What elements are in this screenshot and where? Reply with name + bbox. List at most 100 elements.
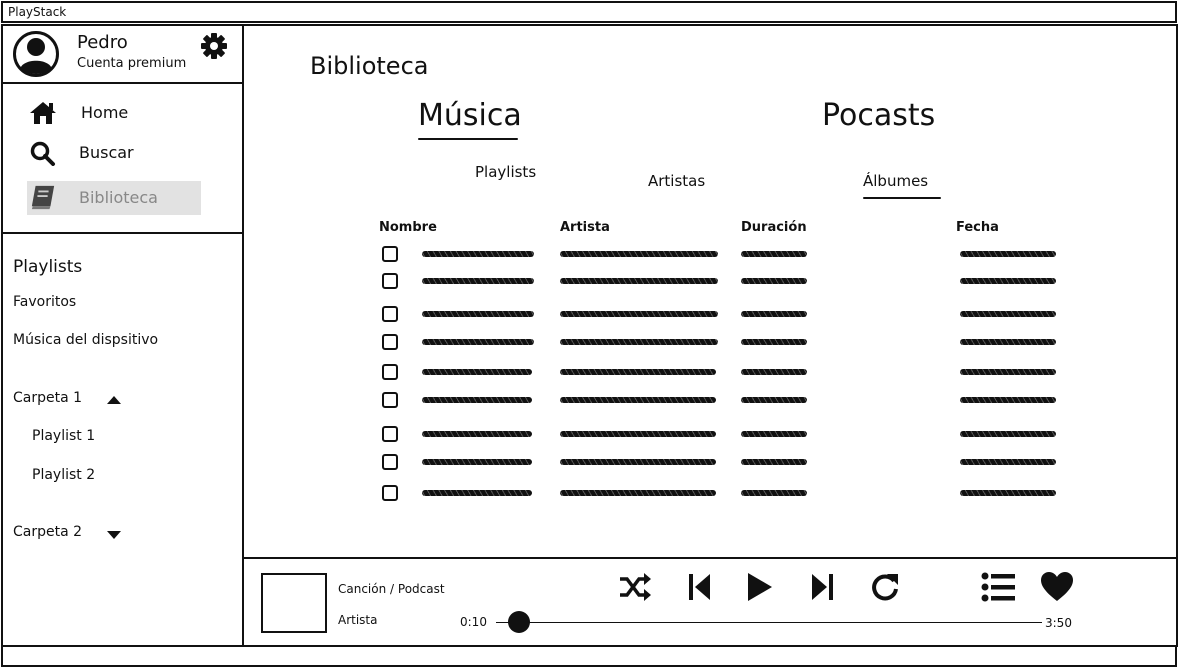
placeholder-text	[422, 251, 534, 257]
placeholder-text	[960, 278, 1056, 284]
subtab-albums-underline	[863, 197, 941, 199]
sidebar-item-favorites[interactable]: Favoritos	[13, 294, 76, 310]
progress-track[interactable]	[496, 622, 1042, 623]
subtab-playlists[interactable]: Playlists	[475, 163, 536, 181]
placeholder-text	[560, 251, 718, 257]
placeholder-text	[560, 490, 716, 496]
album-cover[interactable]	[261, 573, 327, 633]
tab-music-underline	[418, 138, 518, 140]
sidebar-item-device-music[interactable]: Música del dispsitivo	[13, 332, 158, 348]
row-checkbox[interactable]	[382, 334, 398, 350]
tab-podcasts[interactable]: Pocasts	[822, 98, 935, 133]
placeholder-text	[741, 278, 807, 284]
column-header-artist[interactable]: Artista	[560, 220, 610, 235]
gear-icon[interactable]	[199, 31, 229, 61]
avatar[interactable]	[13, 31, 59, 77]
book-icon	[31, 185, 55, 210]
page-title: Biblioteca	[310, 52, 429, 80]
nav-library-label: Biblioteca	[79, 188, 158, 207]
nav-search[interactable]: Buscar	[27, 136, 201, 170]
playlists-heading: Playlists	[13, 257, 83, 277]
placeholder-text	[741, 459, 807, 465]
nav-search-label: Buscar	[79, 143, 134, 162]
placeholder-text	[741, 431, 807, 437]
placeholder-text	[560, 459, 716, 465]
play-icon[interactable]	[746, 571, 774, 603]
row-checkbox[interactable]	[382, 392, 398, 408]
column-header-duration[interactable]: Duración	[741, 220, 807, 235]
placeholder-text	[560, 397, 716, 403]
queue-icon[interactable]	[981, 571, 1017, 603]
heart-icon[interactable]	[1040, 571, 1074, 603]
placeholder-text	[422, 339, 534, 345]
nav-home[interactable]: Home	[27, 96, 201, 130]
placeholder-text	[741, 490, 807, 496]
placeholder-text	[960, 431, 1056, 437]
total-time: 3:50	[1045, 616, 1072, 630]
placeholder-text	[741, 311, 807, 317]
placeholder-text	[560, 339, 718, 345]
placeholder-text	[741, 397, 807, 403]
column-header-date[interactable]: Fecha	[956, 220, 999, 235]
home-icon	[30, 102, 56, 124]
sidebar-playlist-item[interactable]: Playlist 1	[32, 428, 95, 444]
sidebar-folder-2[interactable]: Carpeta 2	[13, 524, 82, 540]
progress-handle[interactable]	[508, 611, 531, 633]
repeat-icon[interactable]	[870, 571, 900, 603]
player-bar: Canción / Podcast Artista 0:10 3:50	[242, 557, 1178, 647]
placeholder-text	[422, 459, 532, 465]
sidebar-divider	[3, 82, 242, 84]
row-checkbox[interactable]	[382, 273, 398, 289]
account-plan: Cuenta premium	[77, 56, 187, 71]
subtab-artists[interactable]: Artistas	[648, 172, 705, 190]
sidebar: Pedro Cuenta premium Home Buscar Bibliot…	[1, 24, 244, 647]
placeholder-text	[741, 369, 807, 375]
placeholder-text	[960, 490, 1056, 496]
row-checkbox[interactable]	[382, 426, 398, 442]
placeholder-text	[422, 397, 532, 403]
user-name: Pedro	[77, 32, 128, 53]
placeholder-text	[960, 311, 1056, 317]
row-checkbox[interactable]	[382, 306, 398, 322]
sidebar-divider	[3, 232, 242, 234]
skip-next-icon[interactable]	[810, 571, 834, 603]
placeholder-text	[960, 369, 1056, 375]
placeholder-text	[422, 490, 532, 496]
tab-music[interactable]: Música	[418, 98, 522, 133]
placeholder-text	[422, 431, 532, 437]
row-checkbox[interactable]	[382, 246, 398, 262]
title-bar: PlayStack	[1, 1, 1177, 23]
placeholder-text	[741, 251, 807, 257]
placeholder-text	[560, 369, 716, 375]
now-playing-artist: Artista	[338, 613, 378, 627]
row-checkbox[interactable]	[382, 454, 398, 470]
row-checkbox[interactable]	[382, 364, 398, 380]
chevron-up-icon[interactable]	[107, 396, 121, 404]
placeholder-text	[560, 431, 716, 437]
placeholder-text	[960, 251, 1056, 257]
chevron-down-icon[interactable]	[107, 531, 121, 539]
status-bar	[1, 645, 1177, 667]
row-checkbox[interactable]	[382, 485, 398, 501]
elapsed-time: 0:10	[460, 615, 487, 629]
placeholder-text	[560, 311, 718, 317]
search-icon	[30, 141, 55, 166]
nav-library[interactable]: Biblioteca	[27, 181, 201, 215]
now-playing-title: Canción / Podcast	[338, 582, 445, 596]
window-title: PlayStack	[8, 5, 67, 19]
main-panel: Biblioteca Música Pocasts Playlists Arti…	[242, 24, 1178, 559]
placeholder-text	[960, 339, 1056, 345]
placeholder-text	[422, 311, 534, 317]
shuffle-icon[interactable]	[618, 571, 652, 603]
sidebar-playlist-item[interactable]: Playlist 2	[32, 467, 95, 483]
sidebar-folder-1[interactable]: Carpeta 1	[13, 390, 82, 406]
placeholder-text	[422, 369, 532, 375]
column-header-name[interactable]: Nombre	[379, 220, 437, 235]
placeholder-text	[422, 278, 534, 284]
nav-home-label: Home	[81, 103, 129, 122]
placeholder-text	[741, 339, 807, 345]
placeholder-text	[960, 459, 1056, 465]
placeholder-text	[960, 397, 1056, 403]
skip-previous-icon[interactable]	[688, 571, 712, 603]
subtab-albums[interactable]: Álbumes	[863, 172, 928, 190]
